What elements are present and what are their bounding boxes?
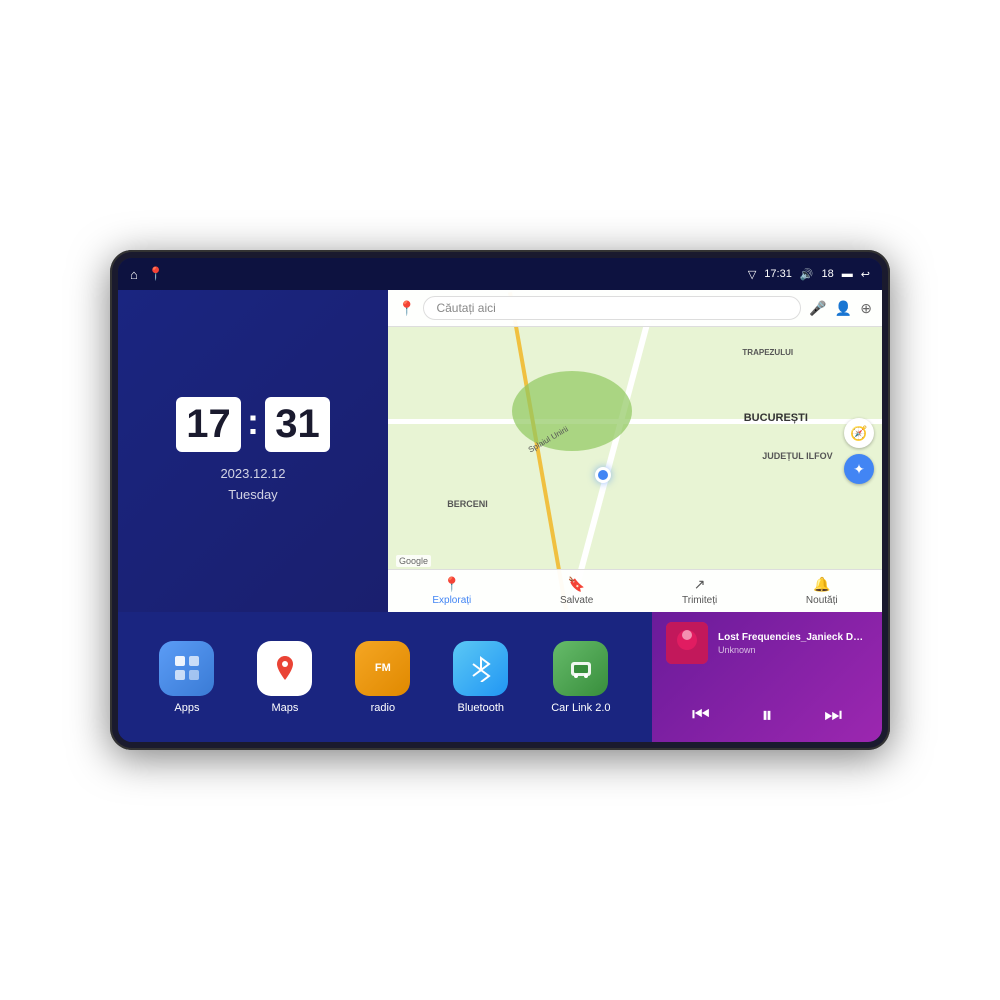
app-item-maps[interactable]: Maps — [257, 641, 312, 714]
bluetooth-label: Bluetooth — [458, 702, 504, 714]
music-details: Lost Frequencies_Janieck Devy-... Unknow… — [718, 632, 868, 655]
music-thumbnail — [666, 622, 708, 664]
explore-icon: 📍 — [443, 576, 460, 593]
search-bar[interactable]: Căutați aici — [423, 296, 801, 320]
map-label-berceni: BERCENI — [447, 499, 488, 509]
top-section: 17 : 31 2023.12.12 Tuesday — [118, 290, 882, 612]
volume-icon: 🔊 — [800, 268, 814, 281]
news-icon: 🔔 — [813, 576, 830, 593]
map-nav-explore[interactable]: 📍 Explorați — [432, 576, 471, 606]
map-bottom-nav: 📍 Explorați 🔖 Salvate ↗ Trimiteți 🔔 — [388, 569, 882, 612]
status-right: ▽ 17:31 🔊 18 ▬ ↩ — [748, 268, 870, 281]
music-title: Lost Frequencies_Janieck Devy-... — [718, 632, 868, 643]
location-btn[interactable]: ✦ — [844, 454, 874, 484]
radio-label: radio — [371, 702, 395, 714]
car-screen-device: ⌂ 📍 ▽ 17:31 🔊 18 ▬ ↩ 17 : — [110, 250, 890, 750]
volume-level: 18 — [822, 268, 834, 280]
carlink-app-icon — [553, 641, 608, 696]
music-info: Lost Frequencies_Janieck Devy-... Unknow… — [666, 622, 868, 664]
send-label: Trimiteți — [682, 595, 717, 606]
google-logo: Google — [396, 555, 431, 567]
main-content: 17 : 31 2023.12.12 Tuesday — [118, 290, 882, 742]
map-label-ilfov: JUDEȚUL ILFOV — [762, 451, 832, 461]
search-placeholder: Căutați aici — [436, 301, 495, 315]
clock-panel: 17 : 31 2023.12.12 Tuesday — [118, 290, 388, 612]
map-nav-saved[interactable]: 🔖 Salvate — [560, 576, 593, 606]
date-display: 2023.12.12 Tuesday — [220, 464, 285, 506]
clock-colon: : — [247, 401, 259, 443]
mic-icon[interactable]: 🎤 — [809, 300, 826, 317]
map-nav-news[interactable]: 🔔 Noutăți — [806, 576, 838, 606]
music-player: Lost Frequencies_Janieck Devy-... Unknow… — [652, 612, 882, 742]
map-location-dot — [595, 467, 611, 483]
day-value: Tuesday — [220, 485, 285, 506]
explore-label: Explorați — [432, 595, 471, 606]
map-right-controls: 🧭 ✦ — [844, 418, 874, 484]
apps-icon — [159, 641, 214, 696]
account-icon[interactable]: 👤 — [835, 300, 852, 317]
app-item-carlink[interactable]: Car Link 2.0 — [551, 641, 610, 714]
prev-button[interactable]: ⏮ — [692, 704, 710, 727]
signal-icon: ▽ — [748, 268, 756, 281]
layers-icon[interactable]: ⊕ — [860, 300, 872, 317]
maps-app-icon — [257, 641, 312, 696]
map-road-diagonal — [508, 292, 568, 610]
music-controls: ⏮ ⏸ ⏭ — [666, 698, 868, 732]
clock-hours: 17 — [176, 397, 241, 452]
clock-minutes: 31 — [265, 397, 330, 452]
time-display: 17:31 — [764, 268, 792, 280]
app-item-bluetooth[interactable]: Bluetooth — [453, 641, 508, 714]
device-screen: ⌂ 📍 ▽ 17:31 🔊 18 ▬ ↩ 17 : — [118, 258, 882, 742]
map-area: BUCUREȘTI JUDEȚUL ILFOV BERCENI TRAPEZUL… — [388, 290, 882, 612]
compass-btn[interactable]: 🧭 — [844, 418, 874, 448]
bluetooth-app-icon — [453, 641, 508, 696]
map-panel[interactable]: BUCUREȘTI JUDEȚUL ILFOV BERCENI TRAPEZUL… — [388, 290, 882, 612]
map-search-overlay: 📍 Căutați aici 🎤 👤 ⊕ — [388, 290, 882, 327]
play-pause-button[interactable]: ⏸ — [761, 702, 772, 728]
date-value: 2023.12.12 — [220, 464, 285, 485]
next-button[interactable]: ⏭ — [824, 704, 842, 727]
battery-icon: ▬ — [842, 268, 853, 280]
map-label-trapezului: TRAPEZULUI — [742, 348, 793, 357]
radio-app-icon: FM — [355, 641, 410, 696]
apps-bar: Apps Maps FM — [118, 612, 652, 742]
news-label: Noutăți — [806, 595, 838, 606]
map-road-vertical — [569, 295, 658, 608]
music-artist: Unknown — [718, 645, 868, 655]
saved-label: Salvate — [560, 595, 593, 606]
back-icon[interactable]: ↩ — [861, 268, 870, 281]
app-item-radio[interactable]: FM radio — [355, 641, 410, 714]
status-bar: ⌂ 📍 ▽ 17:31 🔊 18 ▬ ↩ — [118, 258, 882, 290]
clock-display: 17 : 31 — [176, 397, 330, 452]
map-nav-send[interactable]: ↗ Trimiteți — [682, 576, 717, 606]
map-park-area — [512, 371, 632, 451]
maps-pin-icon: 📍 — [398, 300, 415, 317]
apps-label: Apps — [174, 702, 199, 714]
home-icon[interactable]: ⌂ — [130, 267, 138, 282]
status-left: ⌂ 📍 — [130, 266, 164, 282]
bottom-section: Apps Maps FM — [118, 612, 882, 742]
saved-icon: 🔖 — [568, 576, 585, 593]
app-item-apps[interactable]: Apps — [159, 641, 214, 714]
send-icon: ↗ — [694, 576, 706, 593]
map-label-bucharest: BUCUREȘTI — [744, 412, 808, 424]
maps-label: Maps — [271, 702, 298, 714]
location-icon[interactable]: 📍 — [148, 266, 164, 282]
carlink-label: Car Link 2.0 — [551, 702, 610, 714]
